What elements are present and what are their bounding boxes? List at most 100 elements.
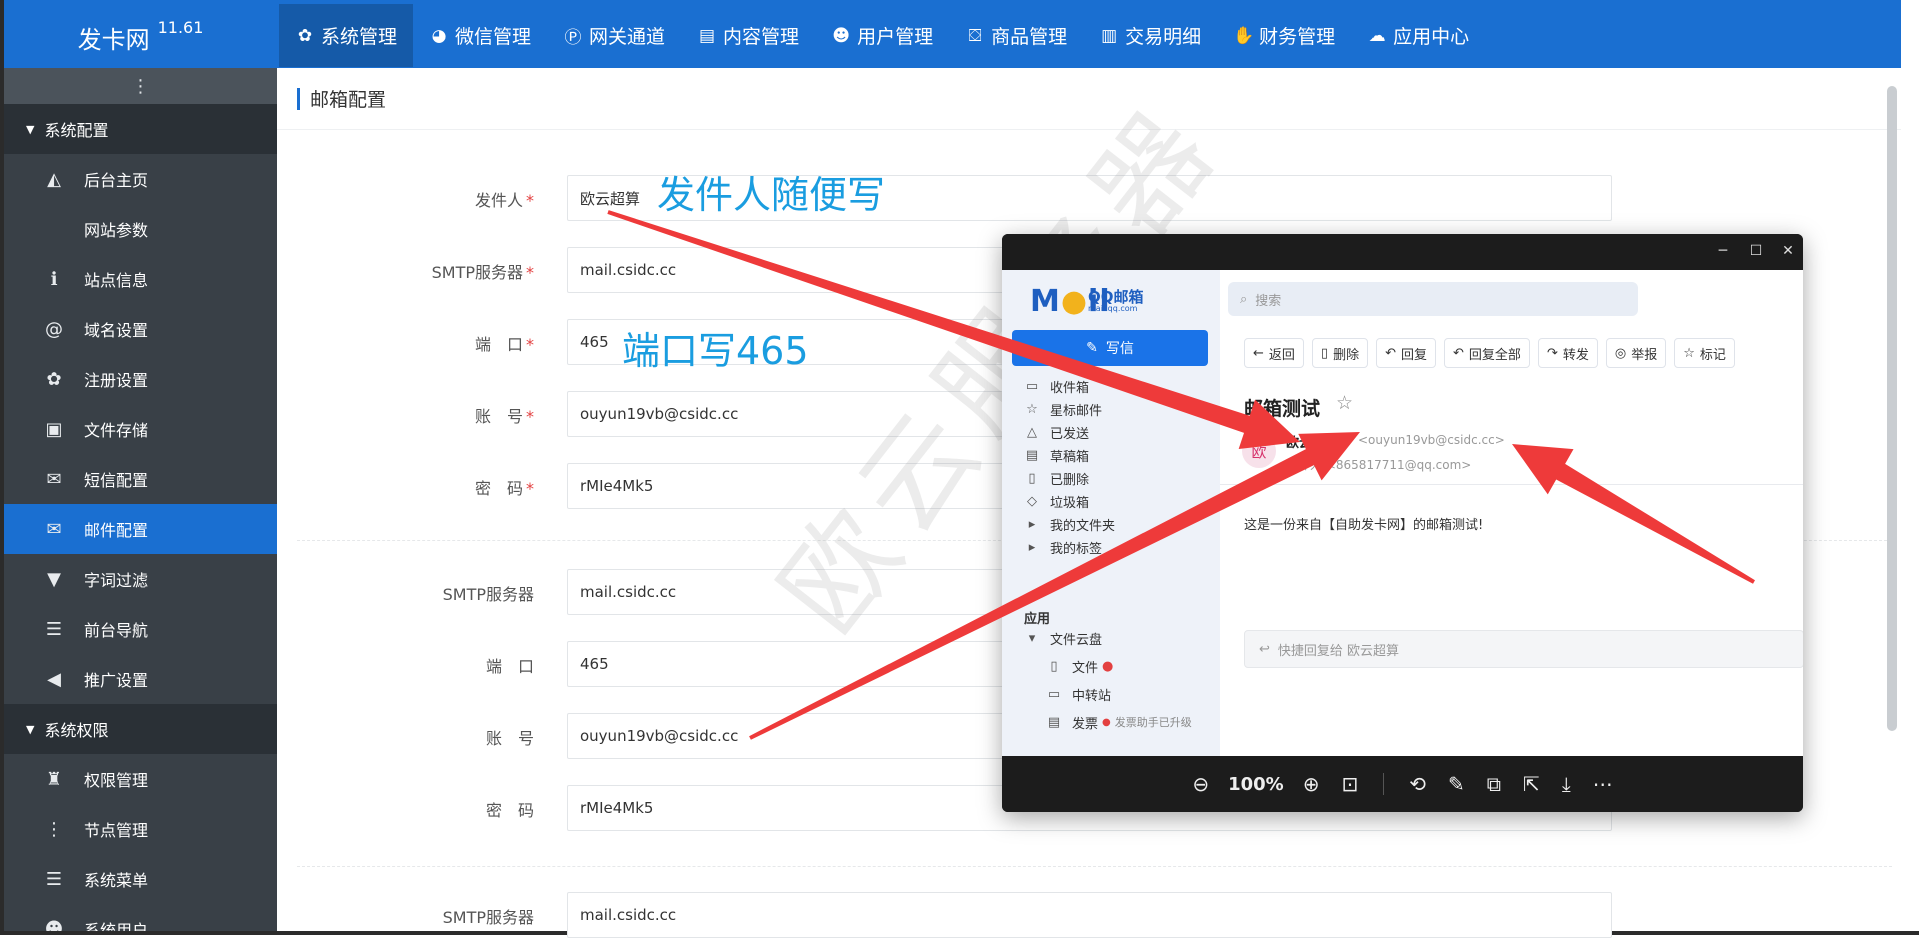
- port-annotation: 端口写465: [622, 329, 809, 373]
- mail-folder-3[interactable]: ▤ 草稿箱: [1024, 443, 1089, 467]
- sidebar-item-0-2[interactable]: ℹ 站点信息: [4, 254, 277, 304]
- password-label-2: 密 码: [485, 801, 534, 820]
- smtp-label: SMTP服务器 *: [431, 263, 534, 282]
- sidebar-group-1[interactable]: ▼ 系统权限: [4, 704, 277, 754]
- sidebar-item-label: 推广设置: [84, 671, 149, 690]
- cloud-item-files[interactable]: ▯ 文件 ●: [1046, 654, 1113, 678]
- qqmail-logo-domain: mail.qq.com: [1088, 304, 1138, 313]
- mail-folder-1[interactable]: ☆ 星标邮件: [1024, 397, 1102, 421]
- mail-tool-icon: ←: [1253, 345, 1264, 361]
- top-nav-item-1[interactable]: ◕ 微信管理: [413, 4, 547, 67]
- port-label: 端 口 *: [474, 335, 534, 354]
- more-icon[interactable]: ⋯: [1593, 772, 1613, 796]
- mail-folder-label: 已删除: [1050, 472, 1090, 488]
- maximize-button[interactable]: ☐: [1745, 240, 1767, 262]
- mail-search-input[interactable]: ⌕ 搜索: [1228, 282, 1638, 316]
- sidebar-item-0-6[interactable]: ✉ 短信配置: [4, 454, 277, 504]
- actual-size-icon[interactable]: ⊡: [1341, 772, 1358, 796]
- mail-tool-icon: ↷: [1546, 345, 1558, 361]
- brand[interactable]: 发卡网 11.61: [4, 0, 277, 68]
- sidebar-item-1-2[interactable]: ☰ 系统菜单: [4, 854, 277, 904]
- cloud-drive-item[interactable]: ▾ 文件云盘: [1024, 626, 1102, 650]
- smtp-label-2: SMTP服务器: [442, 585, 534, 604]
- top-nav-item-4[interactable]: ☻ 用户管理: [815, 4, 949, 67]
- top-nav-item-6[interactable]: ▥ 交易明细: [1083, 4, 1217, 67]
- mail-subject: 邮箱测试: [1244, 398, 1321, 420]
- cog-icon: ✿: [46, 368, 62, 390]
- minimize-button[interactable]: ─: [1712, 240, 1734, 262]
- mail-folder-2[interactable]: △ 已发送: [1024, 420, 1089, 444]
- zoom-in-icon[interactable]: ⊕: [1303, 772, 1320, 796]
- zoom-out-icon[interactable]: ⊖: [1192, 772, 1209, 796]
- sender-label: 发件人 *: [474, 191, 534, 210]
- quick-reply-box[interactable]: ↩ 快捷回复给 欧云超算: [1244, 630, 1803, 668]
- mail-folder-7[interactable]: ▸ 我的标签: [1024, 535, 1102, 559]
- form-row-sender: 发件人 *: [277, 175, 1657, 221]
- mail-tool-3[interactable]: ↶ 回复全部: [1444, 338, 1530, 368]
- reply-icon: ↩: [1259, 641, 1270, 657]
- mail-tool-5[interactable]: ◎ 举报: [1605, 338, 1667, 368]
- sidebar-item-1-3[interactable]: ☻ 系统用户: [4, 904, 277, 932]
- top-nav-label: 用户管理: [857, 26, 934, 48]
- sidebar-toggle[interactable]: ⋮: [4, 68, 277, 104]
- mail-folder-label: 草稿箱: [1050, 449, 1090, 465]
- mail-folder-6[interactable]: ▸ 我的文件夹: [1024, 512, 1115, 536]
- top-nav-item-3[interactable]: ▤ 内容管理: [681, 4, 815, 67]
- sidebar-item-0-3[interactable]: @ 域名设置: [4, 304, 277, 354]
- viewer-toolbar: ⊖ 100% ⊕ ⊡ ⟲ ✎ ⧉ ⇱ ⤓ ⋯: [1002, 756, 1803, 812]
- mail-folder-5[interactable]: ◇ 垃圾箱: [1024, 489, 1089, 513]
- sidebar-item-0-1[interactable]: 网站参数: [4, 204, 277, 254]
- area-chart-icon: ◭: [47, 168, 61, 190]
- share-icon[interactable]: ⇱: [1523, 772, 1540, 796]
- cloud-item-invoice[interactable]: ▤ 发票 ● 发票助手已升级: [1046, 710, 1192, 734]
- top-nav-item-0[interactable]: ✿ 系统管理: [279, 4, 414, 67]
- mail-tool-2[interactable]: ↶ 回复: [1376, 338, 1437, 368]
- top-nav-item-7[interactable]: ✋ 财务管理: [1217, 4, 1351, 67]
- cloud-item-transfer[interactable]: ▭ 中转站: [1046, 682, 1111, 706]
- page-scrollbar[interactable]: [1887, 86, 1897, 731]
- sidebar-item-0-10[interactable]: ◀ 推广设置: [4, 654, 277, 704]
- top-nav-label: 网关通道: [589, 26, 666, 48]
- sidebar-item-0-5[interactable]: ▣ 文件存储: [4, 404, 277, 454]
- sidebar-item-0-4[interactable]: ✿ 注册设置: [4, 354, 277, 404]
- sidebar-item-label: 前台导航: [84, 621, 149, 640]
- bar-chart-icon: ▥: [1101, 25, 1118, 46]
- cloud-drive-icon: ▾: [1028, 630, 1036, 646]
- sidebar-item-0-9[interactable]: ☰ 前台导航: [4, 604, 277, 654]
- mail-tool-0[interactable]: ← 返回: [1244, 338, 1304, 368]
- brand-version: 11.61: [157, 18, 204, 37]
- document-icon: ▤: [699, 25, 716, 46]
- star-icon[interactable]: ☆: [1336, 392, 1353, 414]
- sidebar-item-0-8[interactable]: ▼ 字词过滤: [4, 554, 277, 604]
- close-button[interactable]: ✕: [1777, 240, 1799, 262]
- top-nav-label: 应用中心: [1393, 26, 1470, 48]
- edit-icon[interactable]: ✎: [1448, 772, 1465, 796]
- mail-tool-1[interactable]: ▯ 删除: [1311, 338, 1369, 368]
- sidebar-item-1-1[interactable]: ⋮ 节点管理: [4, 804, 277, 854]
- vertical-dots-icon: ⋮: [45, 818, 63, 840]
- top-nav-item-2[interactable]: Ⓟ 网关通道: [547, 4, 681, 67]
- sidebar-item-0-0[interactable]: ◭ 后台主页: [4, 154, 277, 204]
- sidebar-item-0-7[interactable]: ✉ 邮件配置: [4, 504, 277, 554]
- ocr-icon[interactable]: ⧉: [1487, 772, 1501, 796]
- apps-section-title: 应用: [1024, 612, 1051, 627]
- rotate-icon[interactable]: ⟲: [1409, 772, 1426, 796]
- sender-annotation: 发件人随便写: [657, 173, 886, 217]
- top-nav-item-5[interactable]: ⛋ 商品管理: [949, 4, 1083, 67]
- sidebar-item-1-0[interactable]: ♜ 权限管理: [4, 754, 277, 804]
- sidebar-item-label: 文件存储: [84, 421, 149, 440]
- mail-tool-4[interactable]: ↷ 转发: [1537, 338, 1598, 368]
- smtp-input-3[interactable]: [567, 892, 1612, 938]
- mail-folder-label: 已发送: [1050, 426, 1090, 442]
- top-nav-item-8[interactable]: ☁ 应用中心: [1351, 4, 1485, 67]
- sidebar-group-0[interactable]: ▼ 系统配置: [4, 104, 277, 154]
- mail-from-name: 欧云超算: [1286, 436, 1339, 451]
- mail-tool-6[interactable]: ☆ 标记: [1674, 338, 1735, 368]
- form-row-smtp-3: SMTP服务器: [277, 892, 1657, 938]
- mail-folder-0[interactable]: ▭ 收件箱: [1024, 374, 1089, 398]
- mail-folder-4[interactable]: ▯ 已删除: [1024, 466, 1089, 490]
- caret-down-icon: ▼: [26, 722, 35, 736]
- write-mail-button[interactable]: ✎ 写信: [1012, 330, 1208, 366]
- envelope-icon: ✉: [46, 468, 62, 490]
- download-icon[interactable]: ⤓: [1562, 772, 1571, 796]
